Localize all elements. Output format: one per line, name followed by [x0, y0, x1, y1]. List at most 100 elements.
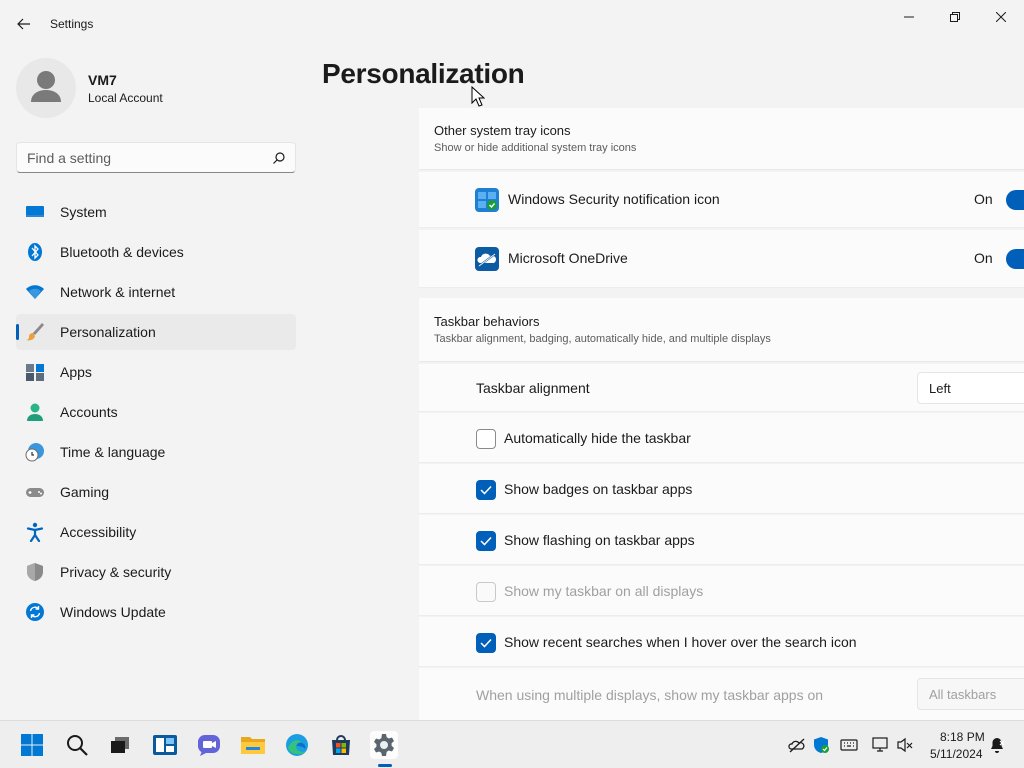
volume-tray-button[interactable]	[896, 736, 914, 754]
sidebar-nav: System Bluetooth & devices Network & int…	[16, 194, 296, 634]
dropdown-value: Left	[929, 381, 951, 396]
section-subtitle: Taskbar alignment, badging, automaticall…	[434, 333, 771, 345]
onedrive-tray-button[interactable]	[788, 736, 806, 754]
sidebar-item-label: Privacy & security	[60, 564, 172, 580]
task-view-button[interactable]	[106, 731, 134, 759]
minimize-icon	[904, 16, 914, 18]
settings-content: Other system tray icons Show or hide add…	[419, 108, 1024, 720]
edge-browser-button[interactable]	[283, 731, 311, 759]
taskbar-alignment-dropdown[interactable]: Left	[917, 372, 1024, 404]
network-icon	[872, 737, 888, 752]
user-icon	[31, 71, 61, 102]
tray-item-onedrive: Microsoft OneDrive On	[419, 230, 1024, 288]
title-bar: Settings	[0, 0, 1024, 48]
checkbox-label: Show badges on taskbar apps	[504, 481, 693, 497]
page-title: Personalization	[322, 58, 525, 89]
flashing-row: Show flashing on taskbar apps	[419, 515, 1024, 565]
back-button[interactable]	[10, 12, 38, 36]
sidebar-item-privacy-security[interactable]: Privacy & security	[16, 554, 296, 590]
restore-button[interactable]	[932, 4, 978, 30]
taskbar-alignment-label: Taskbar alignment	[476, 380, 590, 396]
sidebar-item-windows-update[interactable]: Windows Update	[16, 594, 296, 630]
time-language-icon	[25, 442, 45, 462]
sidebar-item-network[interactable]: Network & internet	[16, 274, 296, 310]
recent-searches-row: Show recent searches when I hover over t…	[419, 617, 1024, 667]
checkbox-label: Show flashing on taskbar apps	[504, 532, 695, 548]
microsoft-store-button[interactable]	[327, 731, 355, 759]
accounts-icon	[25, 402, 45, 422]
accessibility-icon	[25, 522, 45, 542]
sidebar-item-apps[interactable]: Apps	[16, 354, 296, 390]
keyboard-tray-button[interactable]	[840, 736, 858, 754]
sidebar-item-bluetooth[interactable]: Bluetooth & devices	[16, 234, 296, 270]
keyboard-icon	[840, 739, 858, 751]
widgets-button[interactable]	[151, 731, 179, 759]
sidebar-item-label: Personalization	[60, 324, 156, 340]
widgets-icon	[153, 735, 177, 755]
badges-row: Show badges on taskbar apps	[419, 464, 1024, 514]
onedrive-toggle[interactable]	[1006, 249, 1024, 269]
clock-date[interactable]: 5/11/2024	[930, 747, 983, 761]
apps-icon	[25, 362, 45, 382]
file-explorer-button[interactable]	[239, 731, 267, 759]
sidebar-item-label: Accessibility	[60, 524, 137, 540]
tray-icons-header[interactable]: Other system tray icons Show or hide add…	[419, 108, 1024, 170]
account-type: Local Account	[88, 91, 163, 105]
edge-icon	[286, 734, 308, 756]
tray-item-label: Windows Security notification icon	[508, 191, 720, 207]
chat-icon	[198, 735, 220, 756]
multi-display-row: When using multiple displays, show my ta…	[419, 668, 1024, 720]
taskbar: 8:18 PM 5/11/2024	[0, 720, 1024, 768]
avatar[interactable]	[16, 58, 76, 118]
recent-searches-checkbox[interactable]	[476, 633, 496, 653]
minimize-button[interactable]	[886, 4, 932, 30]
tray-item-windows-security: Windows Security notification icon On	[419, 172, 1024, 228]
windows-security-shield-icon	[814, 737, 829, 753]
sidebar-item-label: Bluetooth & devices	[60, 244, 184, 260]
section-title: Taskbar behaviors	[434, 314, 540, 329]
brush-icon	[25, 322, 45, 342]
onedrive-offline-icon	[788, 738, 805, 753]
badges-checkbox[interactable]	[476, 480, 496, 500]
toggle-state-text: On	[974, 250, 993, 266]
folder-icon	[241, 737, 265, 754]
sidebar-item-system[interactable]: System	[16, 194, 296, 230]
multi-display-dropdown: All taskbars	[917, 678, 1024, 710]
taskbar-search-button[interactable]	[63, 731, 91, 759]
taskbar-alignment-row: Taskbar alignment Left	[419, 364, 1024, 412]
dropdown-value: All taskbars	[929, 687, 997, 702]
windows-security-toggle[interactable]	[1006, 190, 1024, 210]
task-view-icon	[111, 737, 129, 753]
close-button[interactable]	[978, 4, 1024, 30]
restore-icon	[950, 12, 960, 22]
checkbox-label: Automatically hide the taskbar	[504, 430, 691, 446]
search-icon[interactable]	[271, 150, 287, 166]
sidebar-item-label: Accounts	[60, 404, 118, 420]
gamepad-icon	[25, 482, 45, 502]
mouse-cursor-icon	[471, 86, 485, 107]
store-icon	[332, 735, 350, 755]
auto-hide-checkbox[interactable]	[476, 429, 496, 449]
notifications-button[interactable]	[988, 736, 1006, 754]
taskbar-behaviors-header[interactable]: Taskbar behaviors Taskbar alignment, bad…	[419, 298, 1024, 362]
security-tray-button[interactable]	[812, 736, 830, 754]
search-input[interactable]	[27, 149, 267, 167]
flashing-checkbox[interactable]	[476, 531, 496, 551]
sidebar-item-accessibility[interactable]: Accessibility	[16, 514, 296, 550]
account-name: VM7	[88, 72, 117, 88]
clock-time[interactable]: 8:18 PM	[940, 730, 985, 744]
sidebar-item-gaming[interactable]: Gaming	[16, 474, 296, 510]
network-tray-button[interactable]	[872, 736, 890, 754]
multi-display-label: When using multiple displays, show my ta…	[476, 687, 824, 703]
settings-app-button[interactable]	[370, 731, 398, 759]
checkmark-icon	[480, 638, 492, 648]
teams-chat-button[interactable]	[195, 731, 223, 759]
sidebar-item-time-language[interactable]: Time & language	[16, 434, 296, 470]
sidebar-item-label: System	[60, 204, 107, 220]
search-box[interactable]	[16, 142, 296, 173]
start-button[interactable]	[18, 731, 46, 759]
sidebar-item-label: Apps	[60, 364, 92, 380]
sidebar-item-accounts[interactable]: Accounts	[16, 394, 296, 430]
sidebar-item-personalization[interactable]: Personalization	[16, 314, 296, 350]
app-title: Settings	[50, 17, 94, 31]
